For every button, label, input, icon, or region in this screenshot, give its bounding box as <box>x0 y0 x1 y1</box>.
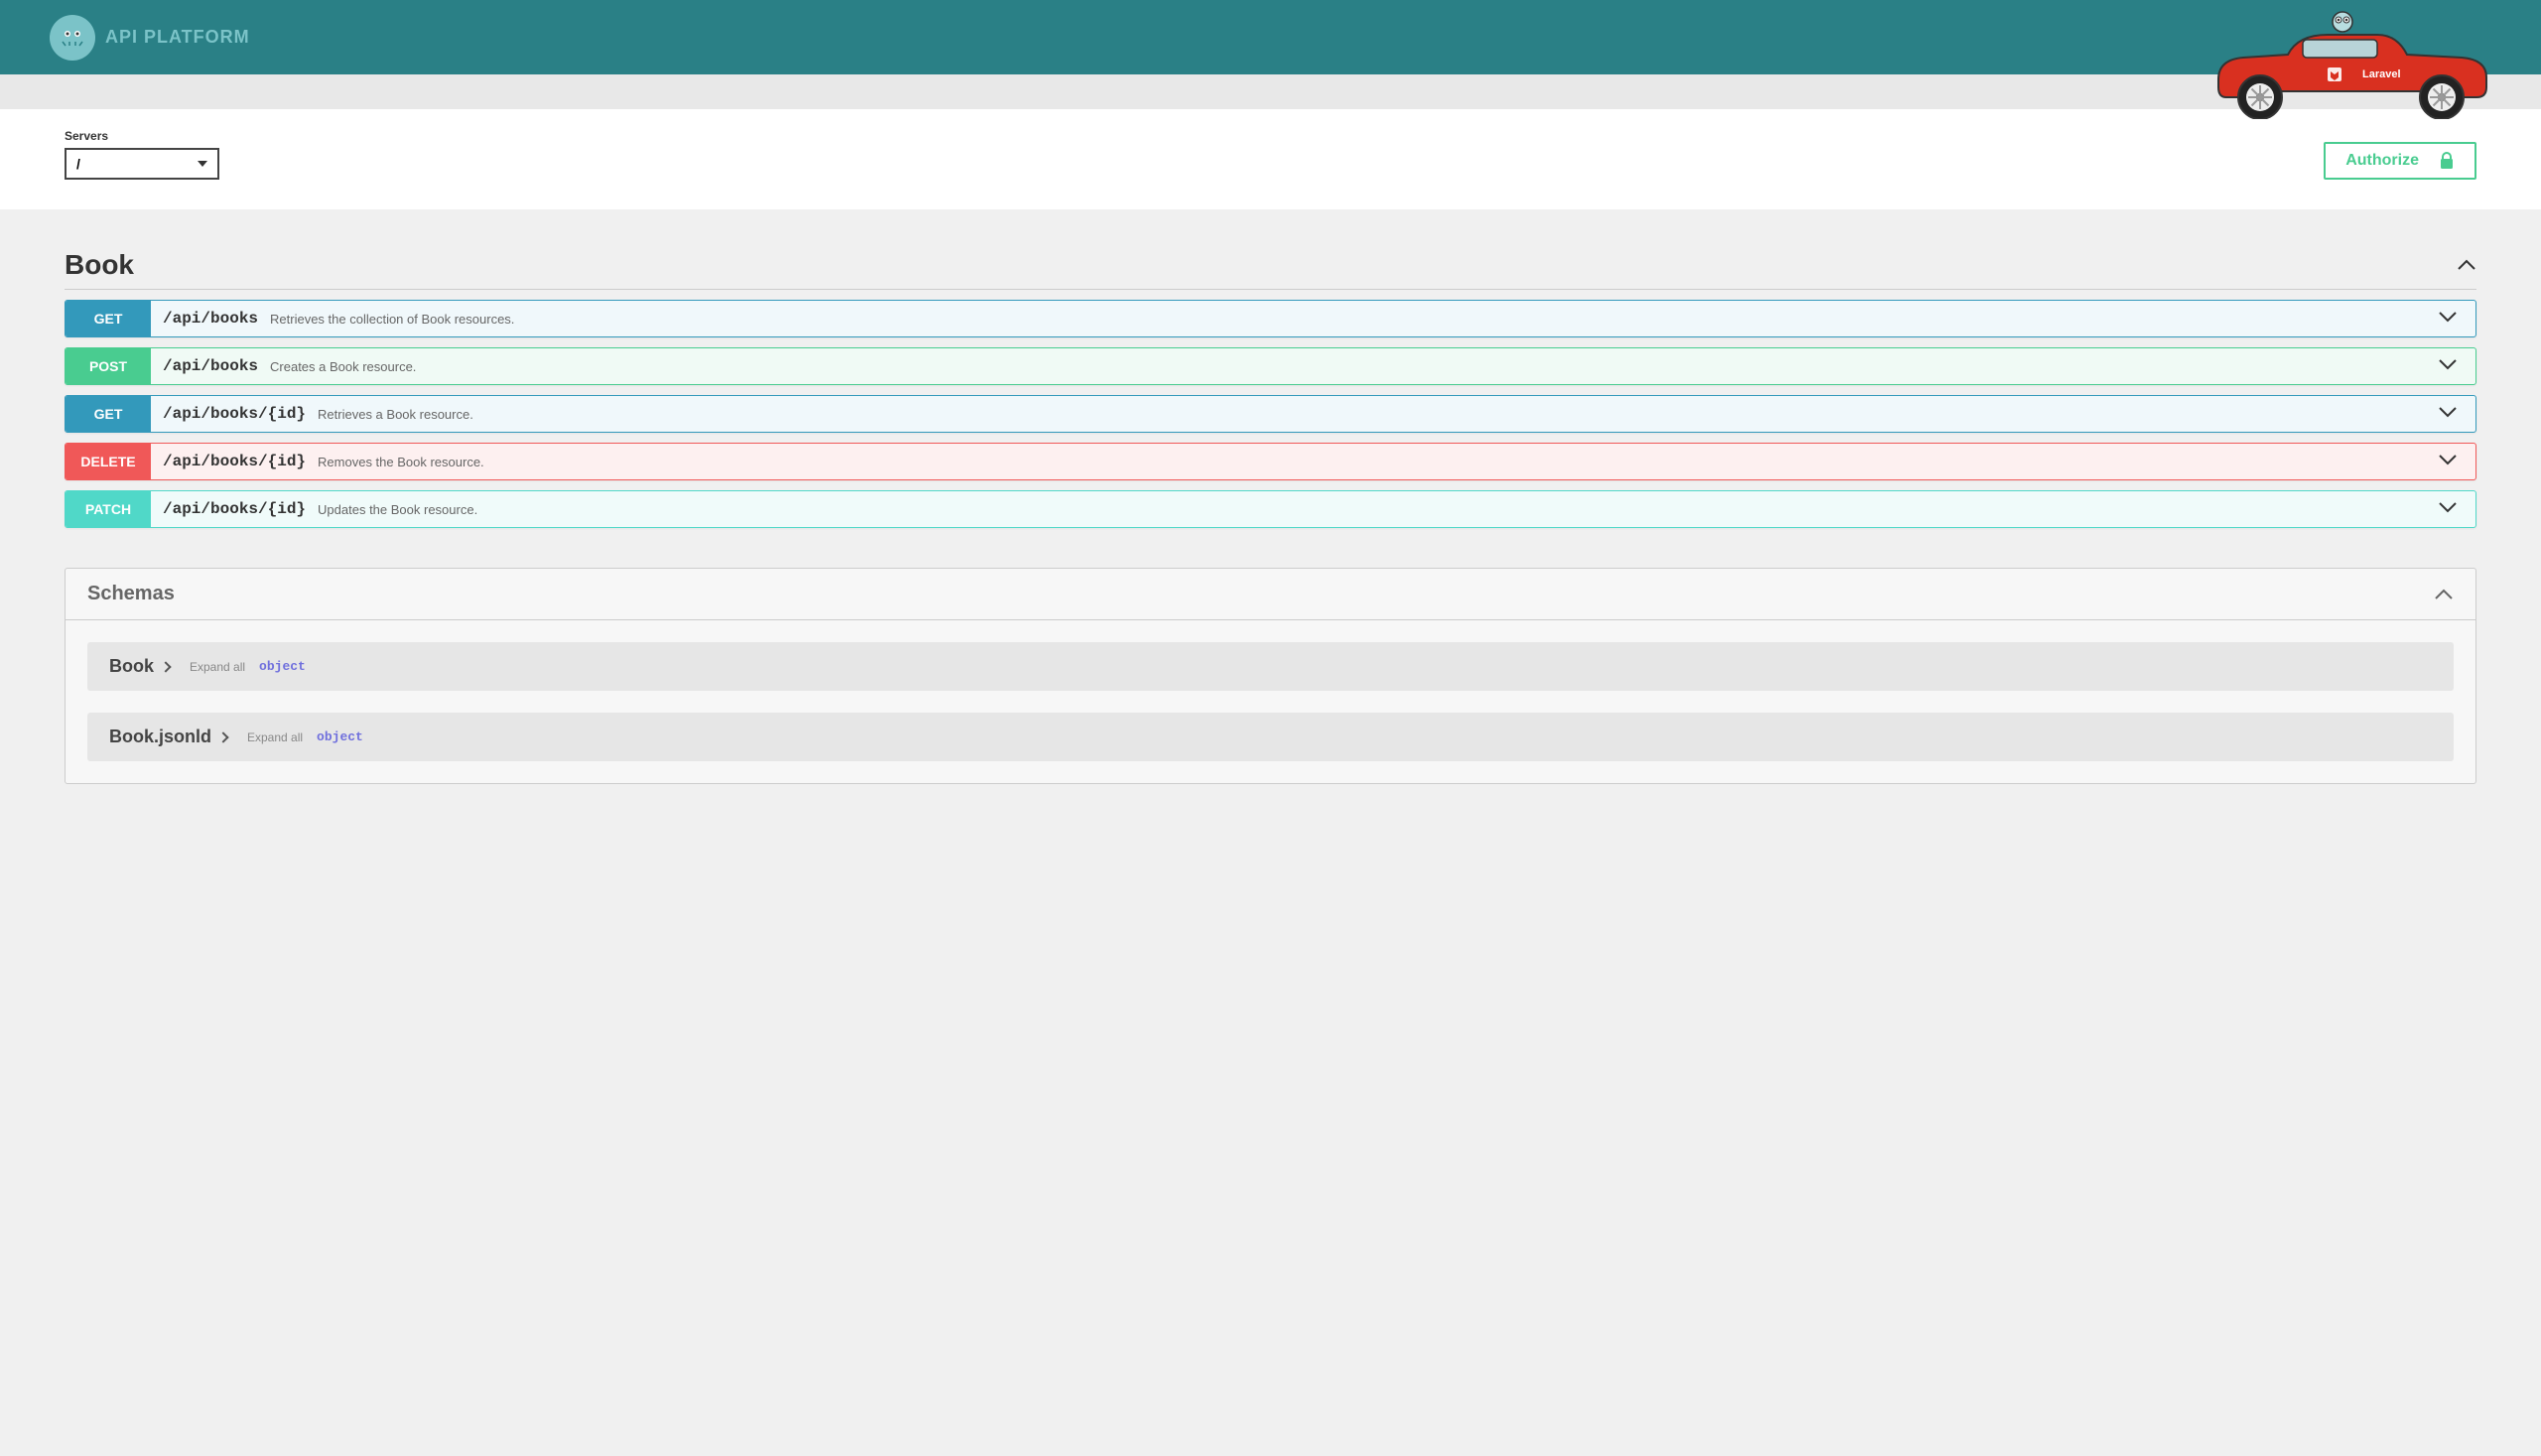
schemas-container: Schemas Book Expand all object Book.json… <box>65 568 2476 784</box>
operation-row[interactable]: PATCH /api/books/{id} Updates the Book r… <box>65 490 2476 528</box>
chevron-right-icon <box>160 661 171 672</box>
operation-description: Removes the Book resource. <box>318 455 484 469</box>
operation-path: /api/books/{id} <box>151 453 318 470</box>
resource-section-header[interactable]: Book <box>65 249 2476 290</box>
logo-text: API PLATFORM <box>105 27 250 48</box>
car-illustration: Laravel <box>2199 10 2491 119</box>
schema-row[interactable]: Book.jsonld Expand all object <box>87 713 2454 761</box>
operation-path: /api/books/{id} <box>151 405 318 423</box>
operation-description: Retrieves the collection of Book resourc… <box>270 312 514 327</box>
chevron-up-icon <box>2457 259 2476 271</box>
method-badge: DELETE <box>66 444 151 479</box>
schema-expand-label[interactable]: Expand all <box>247 730 303 744</box>
chevron-up-icon <box>2434 589 2454 600</box>
chevron-down-icon <box>2438 358 2458 370</box>
operation-description: Updates the Book resource. <box>318 502 477 517</box>
schemas-body: Book Expand all object Book.jsonld Expan… <box>66 620 2475 783</box>
schema-type: object <box>259 659 306 674</box>
schema-type: object <box>317 729 363 744</box>
operation-description: Retrieves a Book resource. <box>318 407 473 422</box>
chevron-down-icon <box>2438 454 2458 465</box>
servers-section: Servers / <box>65 129 219 180</box>
method-badge: GET <box>66 301 151 336</box>
expand-chevron <box>2420 453 2475 470</box>
expand-chevron <box>2420 405 2475 423</box>
operation-description: Creates a Book resource. <box>270 359 416 374</box>
content: Book GET /api/books Retrieves the collec… <box>0 209 2541 824</box>
authorize-button[interactable]: Authorize <box>2324 142 2476 180</box>
operation-path: /api/books <box>151 310 270 328</box>
schema-name: Book <box>109 656 154 677</box>
header-shadow <box>0 74 2541 109</box>
operation-path: /api/books/{id} <box>151 500 318 518</box>
expand-chevron <box>2420 357 2475 375</box>
expand-chevron <box>2420 500 2475 518</box>
operation-row[interactable]: POST /api/books Creates a Book resource. <box>65 347 2476 385</box>
svg-text:Laravel: Laravel <box>2362 68 2401 80</box>
operation-row[interactable]: DELETE /api/books/{id} Removes the Book … <box>65 443 2476 480</box>
chevron-right-icon <box>217 731 228 742</box>
logo[interactable]: API PLATFORM <box>50 15 250 61</box>
method-badge: POST <box>66 348 151 384</box>
resource-title: Book <box>65 249 134 281</box>
servers-label: Servers <box>65 129 219 143</box>
operation-path: /api/books <box>151 357 270 375</box>
servers-select[interactable]: / <box>65 148 219 180</box>
operation-row[interactable]: GET /api/books Retrieves the collection … <box>65 300 2476 337</box>
authorize-label: Authorize <box>2345 152 2419 170</box>
logo-icon <box>50 15 95 61</box>
schema-row[interactable]: Book Expand all object <box>87 642 2454 691</box>
operations-list: GET /api/books Retrieves the collection … <box>65 300 2476 528</box>
chevron-down-icon <box>2438 501 2458 513</box>
chevron-down-icon <box>2438 311 2458 323</box>
expand-chevron <box>2420 310 2475 328</box>
lock-icon <box>2439 152 2455 170</box>
app-header: API PLATFORM Laravel <box>0 0 2541 74</box>
schema-expand-label[interactable]: Expand all <box>190 660 245 674</box>
method-badge: PATCH <box>66 491 151 527</box>
method-badge: GET <box>66 396 151 432</box>
chevron-down-icon <box>2438 406 2458 418</box>
schemas-header[interactable]: Schemas <box>66 569 2475 620</box>
operation-row[interactable]: GET /api/books/{id} Retrieves a Book res… <box>65 395 2476 433</box>
schemas-title: Schemas <box>87 583 175 605</box>
toolbar: Servers / Authorize <box>0 109 2541 209</box>
schema-name: Book.jsonld <box>109 727 211 747</box>
